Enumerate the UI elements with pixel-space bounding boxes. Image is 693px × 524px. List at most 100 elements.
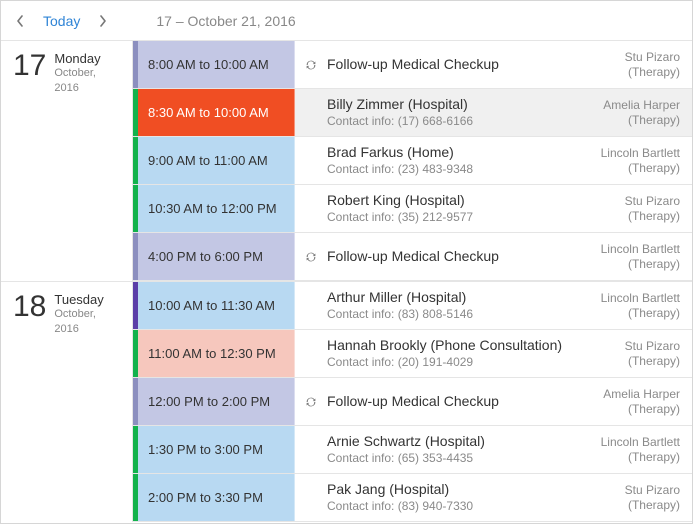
staff-info: Amelia Harper(Therapy) [578,387,682,417]
staff-name: Stu Pizaro [578,194,680,209]
day-header[interactable]: 18TuesdayOctober, 2016 [1,282,133,522]
appointment-column: 10:00 AM to 11:30 AM Arthur Miller (Hospi… [133,282,692,522]
recurring-icon [304,250,318,264]
staff-role: (Therapy) [578,306,680,321]
time-label: 10:00 AM to 11:30 AM [148,298,275,313]
time-chip: 11:00 AM to 12:30 PM [133,330,295,377]
staff-role: (Therapy) [578,161,680,176]
staff-info: Lincoln Bartlett(Therapy) [578,435,682,465]
appointment-row[interactable]: 4:00 PM to 6:00 PM Follow-up Medical Chec… [133,233,692,281]
appointment-subtitle: Contact info: (23) 483-9348 [327,161,570,178]
appointment-details: Arnie Schwartz (Hospital)Contact info: (… [295,426,692,473]
agenda-scroll-area[interactable]: 17MondayOctober, 20168:00 AM to 10:00 AM… [1,41,692,523]
day-block: 18TuesdayOctober, 201610:00 AM to 11:30 … [1,281,692,522]
appointment-subtitle: Contact info: (83) 940-7330 [327,498,570,515]
toolbar: Today 17 – October 21, 2016 [1,1,692,41]
recurring-indicator [303,250,319,264]
chevron-right-icon [99,15,107,27]
day-name: Monday [54,51,122,66]
day-name: Tuesday [54,292,122,307]
staff-name: Amelia Harper [578,387,680,402]
day-header[interactable]: 17MondayOctober, 2016 [1,41,133,281]
appointment-title: Pak Jang (Hospital) [327,481,570,498]
appointment-details: Pak Jang (Hospital)Contact info: (83) 94… [295,474,692,521]
appointment-row[interactable]: 8:30 AM to 10:00 AM Billy Zimmer (Hospita… [133,89,692,137]
appointment-details: Follow-up Medical Checkup Stu Pizaro(Ther… [295,41,692,88]
time-chip: 2:00 PM to 3:30 PM [133,474,295,521]
staff-name: Lincoln Bartlett [578,242,680,257]
time-label: 8:00 AM to 10:00 AM [148,57,269,72]
time-label: 10:30 AM to 12:00 PM [148,201,277,216]
appointment-row[interactable]: 1:30 PM to 3:00 PM Arnie Schwartz (Hospit… [133,426,692,474]
staff-info: Stu Pizaro(Therapy) [578,339,682,369]
chevron-left-icon [16,15,24,27]
appointment-details: Follow-up Medical Checkup Lincoln Bartlet… [295,233,692,280]
day-block: 17MondayOctober, 20168:00 AM to 10:00 AM… [1,41,692,281]
date-range-label: 17 – October 21, 2016 [156,13,295,29]
appointment-row[interactable]: 10:30 AM to 12:00 PM Robert King (Hospita… [133,185,692,233]
time-chip: 8:30 AM to 10:00 AM [133,89,295,136]
appointment-row[interactable]: 11:00 AM to 12:30 PM Hannah Brookly (Phon… [133,330,692,378]
appointment-row[interactable]: 2:00 PM to 3:30 PM Pak Jang (Hospital)Con… [133,474,692,522]
staff-role: (Therapy) [578,65,680,80]
staff-info: Lincoln Bartlett(Therapy) [578,146,682,176]
today-button[interactable]: Today [37,13,86,29]
recurring-indicator [303,58,319,72]
appointment-row[interactable]: 12:00 PM to 2:00 PM Follow-up Medical Che… [133,378,692,426]
staff-name: Stu Pizaro [578,50,680,65]
appointment-title: Follow-up Medical Checkup [327,393,570,410]
time-label: 1:30 PM to 3:00 PM [148,442,263,457]
staff-role: (Therapy) [578,354,680,369]
time-chip: 1:30 PM to 3:00 PM [133,426,295,473]
appointment-subtitle: Contact info: (65) 353-4435 [327,450,570,467]
time-label: 11:00 AM to 12:30 PM [148,346,276,361]
staff-name: Stu Pizaro [578,339,680,354]
staff-info: Stu Pizaro(Therapy) [578,50,682,80]
appointment-title: Robert King (Hospital) [327,192,570,209]
appointment-details: Brad Farkus (Home)Contact info: (23) 483… [295,137,692,184]
staff-role: (Therapy) [578,209,680,224]
appointment-row[interactable]: 9:00 AM to 11:00 AM Brad Farkus (Home)Con… [133,137,692,185]
recurring-indicator [303,395,319,409]
time-label: 9:00 AM to 11:00 AM [148,153,268,168]
staff-name: Lincoln Bartlett [578,435,680,450]
appointment-details: Follow-up Medical Checkup Amelia Harper(T… [295,378,692,425]
staff-role: (Therapy) [578,498,680,513]
next-button[interactable] [92,9,114,33]
time-chip: 10:00 AM to 11:30 AM [133,282,295,329]
staff-role: (Therapy) [578,402,680,417]
day-number: 17 [13,49,46,83]
appointment-title: Follow-up Medical Checkup [327,248,570,265]
appointment-row[interactable]: 10:00 AM to 11:30 AM Arthur Miller (Hospi… [133,282,692,330]
staff-role: (Therapy) [578,257,680,272]
staff-role: (Therapy) [578,113,680,128]
staff-info: Lincoln Bartlett(Therapy) [578,242,682,272]
appointment-title: Arnie Schwartz (Hospital) [327,433,570,450]
time-label: 8:30 AM to 10:00 AM [148,105,269,120]
appointment-subtitle: Contact info: (17) 668-6166 [327,113,570,130]
appointment-details: Hannah Brookly (Phone Consultation)Conta… [295,330,692,377]
time-label: 2:00 PM to 3:30 PM [148,490,263,505]
appointment-subtitle: Contact info: (83) 808-5146 [327,306,570,323]
appointment-column: 8:00 AM to 10:00 AM Follow-up Medical Che… [133,41,692,281]
time-chip: 12:00 PM to 2:00 PM [133,378,295,425]
staff-info: Lincoln Bartlett(Therapy) [578,291,682,321]
staff-info: Stu Pizaro(Therapy) [578,483,682,513]
time-label: 12:00 PM to 2:00 PM [148,394,270,409]
time-chip: 10:30 AM to 12:00 PM [133,185,295,232]
appointment-details: Robert King (Hospital)Contact info: (35)… [295,185,692,232]
appointment-row[interactable]: 8:00 AM to 10:00 AM Follow-up Medical Che… [133,41,692,89]
staff-name: Lincoln Bartlett [578,291,680,306]
staff-info: Stu Pizaro(Therapy) [578,194,682,224]
time-chip: 4:00 PM to 6:00 PM [133,233,295,280]
time-label: 4:00 PM to 6:00 PM [148,249,263,264]
time-chip: 9:00 AM to 11:00 AM [133,137,295,184]
appointment-title: Billy Zimmer (Hospital) [327,96,570,113]
prev-button[interactable] [9,9,31,33]
time-chip: 8:00 AM to 10:00 AM [133,41,295,88]
staff-name: Stu Pizaro [578,483,680,498]
staff-role: (Therapy) [578,450,680,465]
appointment-details: Arthur Miller (Hospital)Contact info: (8… [295,282,692,329]
appointment-title: Follow-up Medical Checkup [327,56,570,73]
staff-name: Amelia Harper [578,98,680,113]
